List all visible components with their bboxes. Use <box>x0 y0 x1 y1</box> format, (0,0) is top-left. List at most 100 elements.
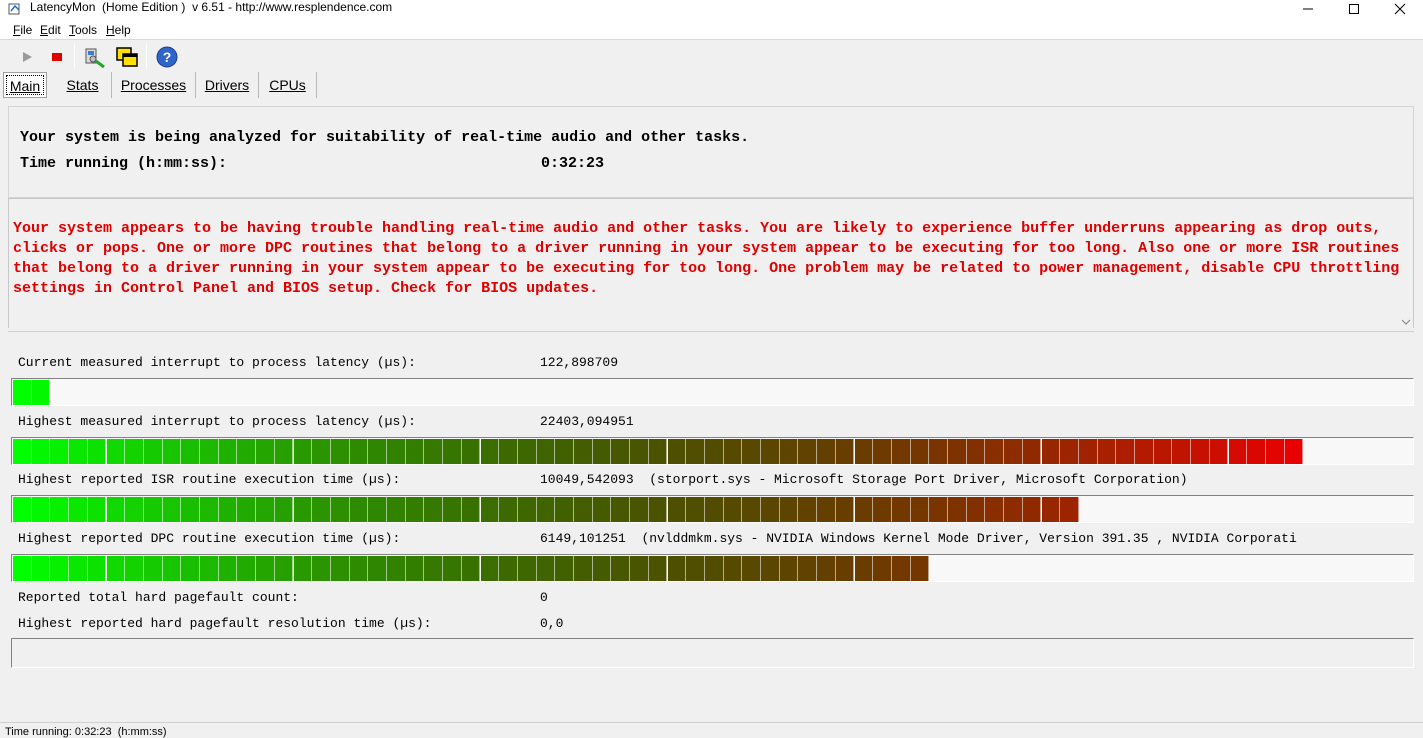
bar-segment <box>891 556 911 581</box>
bar-segment <box>218 497 238 522</box>
bar-segment <box>1022 497 1042 522</box>
bar-segment <box>929 497 948 522</box>
bar-segment <box>630 439 649 464</box>
bar-segment <box>985 439 1005 464</box>
bar-segment <box>536 439 556 464</box>
bar-segment <box>929 439 948 464</box>
bar-segment <box>1116 439 1135 464</box>
isr-value: 10049,542093 (storport.sys - Microsoft S… <box>540 472 1188 487</box>
current-latency-value: 122,898709 <box>540 355 619 370</box>
close-button[interactable] <box>1377 0 1423 19</box>
minimize-button[interactable] <box>1285 0 1331 19</box>
bar-segment <box>499 556 518 581</box>
time-running-label: Time running (h:mm:ss): <box>20 155 228 172</box>
close-icon <box>1394 3 1406 15</box>
toolbar: ? <box>0 41 1423 72</box>
bar-segment <box>499 439 518 464</box>
bar-segment <box>555 556 574 581</box>
bar-segment <box>312 497 331 522</box>
bar-segment <box>574 497 593 522</box>
bar-segment <box>1041 439 1061 464</box>
menu-file[interactable]: File <box>13 24 32 37</box>
bar-segment <box>50 439 70 464</box>
bar-segment <box>143 439 163 464</box>
bar-segment <box>1228 439 1248 464</box>
maximize-button[interactable] <box>1331 0 1377 19</box>
title-bar: LatencyMon (Home Edition ) v 6.51 - http… <box>0 0 1423 20</box>
bar-segment <box>274 497 294 522</box>
bar-segment <box>106 439 126 464</box>
bar-segment <box>761 439 780 464</box>
tab-processes[interactable]: Processes <box>112 72 196 98</box>
windows-button[interactable] <box>114 44 140 69</box>
bar-segment <box>87 497 107 522</box>
bar-segment <box>910 439 930 464</box>
bar-segment <box>723 439 743 464</box>
bar-segment <box>405 439 425 464</box>
bar-segment <box>461 439 481 464</box>
bar-segment <box>592 439 612 464</box>
start-button[interactable] <box>16 44 38 69</box>
bar-segment <box>200 556 219 581</box>
tab-main[interactable]: Main <box>3 72 47 98</box>
bar-segment <box>387 497 406 522</box>
bar-segment <box>125 556 144 581</box>
bar-segment <box>349 556 369 581</box>
bar-segment <box>704 556 724 581</box>
dpc-value: 6149,101251 (nvlddmkm.sys - NVIDIA Windo… <box>540 531 1297 546</box>
bar-segment <box>330 497 350 522</box>
highest-latency-bar <box>11 437 1414 465</box>
bar-segment <box>143 556 163 581</box>
tab-stats[interactable]: Stats <box>54 72 112 98</box>
bar-segment <box>667 497 687 522</box>
bar-segment <box>13 380 32 405</box>
tab-strip: Main Stats Processes Drivers CPUs <box>0 72 1423 98</box>
bar-segment <box>985 497 1005 522</box>
bar-segment <box>50 556 70 581</box>
bar-segment <box>779 497 799 522</box>
bar-segment <box>686 556 705 581</box>
drivers-button[interactable] <box>82 44 108 69</box>
bar-segment <box>742 556 761 581</box>
bar-segment <box>218 439 238 464</box>
bar-segment <box>1004 497 1023 522</box>
help-button[interactable]: ? <box>154 44 180 69</box>
bar-segment <box>648 439 668 464</box>
bar-segment <box>1247 439 1266 464</box>
stop-button[interactable] <box>46 44 68 69</box>
tab-drivers[interactable]: Drivers <box>196 72 259 98</box>
bar-segment <box>686 497 705 522</box>
bar-segment <box>817 556 836 581</box>
tab-cpus[interactable]: CPUs <box>259 72 317 98</box>
bar-segment <box>574 556 593 581</box>
bar-segment <box>611 439 631 464</box>
bar-segment <box>1191 439 1210 464</box>
warning-scrollbar[interactable] <box>1399 199 1413 329</box>
pagefault-count-label: Reported total hard pagefault count: <box>18 590 299 605</box>
dpc-label: Highest reported DPC routine execution t… <box>18 531 401 546</box>
bar-segment <box>405 497 425 522</box>
bar-segment <box>387 439 406 464</box>
bar-segment <box>330 439 350 464</box>
minimize-icon <box>1303 8 1313 10</box>
bar-segment <box>517 556 537 581</box>
bar-segment <box>69 439 88 464</box>
bar-segment <box>274 439 294 464</box>
bar-segment <box>424 497 444 522</box>
bar-segment <box>798 497 818 522</box>
bar-segment <box>873 439 892 464</box>
menu-edit[interactable]: Edit <box>40 24 61 37</box>
time-running-value: 0:32:23 <box>541 155 605 172</box>
bar-segment <box>443 497 462 522</box>
bar-segment <box>761 556 780 581</box>
bar-segment <box>368 439 387 464</box>
bar-segment <box>948 439 967 464</box>
status-text: Time running: 0:32:23 (h:mm:ss) <box>5 726 167 738</box>
bar-segment <box>835 439 855 464</box>
menu-help[interactable]: Help <box>106 24 131 37</box>
bar-segment <box>349 439 369 464</box>
menu-tools[interactable]: Tools <box>69 24 97 37</box>
bar-segment <box>648 556 668 581</box>
bar-segment <box>1078 439 1098 464</box>
bar-segment <box>13 497 32 522</box>
